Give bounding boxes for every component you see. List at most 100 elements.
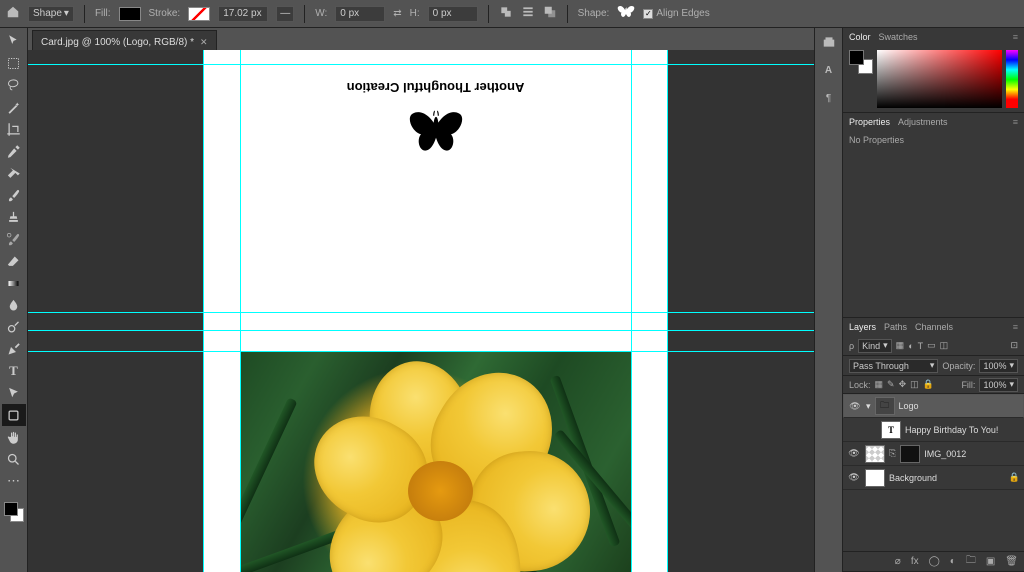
- layer-row[interactable]: 👁 ▾ 🗀 Logo: [843, 394, 1024, 418]
- text-tool[interactable]: T: [2, 360, 26, 382]
- layer-row[interactable]: 👁 ⎘ IMG_0012: [843, 442, 1024, 466]
- layer-row[interactable]: 👁 Background 🔒: [843, 466, 1024, 490]
- stroke-width-input[interactable]: 17.02 px: [218, 6, 268, 22]
- color-fgbg[interactable]: [849, 50, 873, 74]
- link-layers-icon[interactable]: ⌀: [895, 556, 901, 567]
- gradient-tool[interactable]: [2, 272, 26, 294]
- canvas[interactable]: Another Thoughtful Creation: [28, 50, 814, 572]
- tab-paths[interactable]: Paths: [884, 322, 907, 332]
- lock-trans-icon[interactable]: ▦: [875, 379, 884, 390]
- fill-label: Fill:: [95, 8, 111, 19]
- pen-tool[interactable]: [2, 338, 26, 360]
- opacity-input[interactable]: 100%▾: [979, 359, 1018, 373]
- tab-color[interactable]: Color: [849, 32, 871, 42]
- link-wh-icon[interactable]: ⇄: [393, 8, 401, 19]
- align-edges-checkbox[interactable]: ✓ Align Edges: [643, 8, 709, 19]
- history-panel-icon[interactable]: [819, 32, 839, 52]
- properties-panel-menu-icon[interactable]: ≡: [1013, 117, 1018, 127]
- color-panel: Color Swatches ≡: [843, 28, 1024, 113]
- heal-tool[interactable]: [2, 162, 26, 184]
- color-hue-column[interactable]: [1006, 50, 1018, 108]
- delete-layer-icon[interactable]: 🗑: [1005, 556, 1018, 567]
- mask-icon[interactable]: ◯: [929, 556, 940, 567]
- fill-opacity-input[interactable]: 100%▾: [979, 378, 1018, 392]
- move-tool[interactable]: [2, 30, 26, 52]
- eraser-tool[interactable]: [2, 250, 26, 272]
- tool-mode-select[interactable]: Shape ▾: [28, 6, 74, 22]
- crop-tool[interactable]: [2, 118, 26, 140]
- layers-panel: Layers Paths Channels ≡ ρ Kind▾ ▦ ◐ T ▭ …: [843, 318, 1024, 572]
- layer-row[interactable]: T Happy Birthday To You!: [843, 418, 1024, 442]
- shape-label: Shape:: [578, 8, 610, 19]
- stroke-style-select[interactable]: —: [276, 6, 294, 22]
- lock-nest-icon[interactable]: ◫: [910, 379, 919, 390]
- home-icon[interactable]: [6, 5, 20, 22]
- text-layer-icon: T: [881, 421, 901, 439]
- filter-shape-icon[interactable]: ▭: [927, 340, 936, 351]
- stroke-swatch[interactable]: [188, 7, 210, 21]
- adjustment-icon[interactable]: ◐: [950, 556, 956, 567]
- path-combine-icon[interactable]: [499, 5, 513, 22]
- mask-thumb: [865, 445, 885, 463]
- toolbox: T ⋯: [0, 28, 28, 572]
- edit-toolbar[interactable]: ⋯: [2, 470, 26, 492]
- zoom-tool[interactable]: [2, 448, 26, 470]
- right-panels: Color Swatches ≡ Properties Adjustments …: [842, 28, 1024, 572]
- color-spectrum[interactable]: [877, 50, 1002, 108]
- document-tab[interactable]: Card.jpg @ 100% (Logo, RGB/8) * ✕: [32, 30, 217, 50]
- width-input[interactable]: 0 px: [335, 6, 385, 22]
- shape-butterfly-icon[interactable]: [617, 5, 635, 23]
- filter-text-icon[interactable]: T: [918, 341, 924, 351]
- lock-all-icon[interactable]: 🔒: [923, 379, 934, 390]
- tab-layers[interactable]: Layers: [849, 322, 876, 332]
- no-properties-label: No Properties: [849, 135, 904, 145]
- filter-adj-icon[interactable]: ◐: [908, 341, 913, 351]
- height-input[interactable]: 0 px: [428, 6, 478, 22]
- dodge-tool[interactable]: [2, 316, 26, 338]
- color-panel-tabs: Color Swatches ≡: [843, 28, 1024, 46]
- filter-img-icon[interactable]: ▦: [896, 340, 905, 351]
- new-layer-icon[interactable]: ▣: [986, 556, 995, 567]
- history-brush-tool[interactable]: [2, 228, 26, 250]
- lock-pos-icon[interactable]: ✥: [899, 379, 907, 390]
- fill-swatch[interactable]: [119, 7, 141, 21]
- options-bar: Shape ▾ Fill: Stroke: 17.02 px — W: 0 px…: [0, 0, 1024, 28]
- tool-mode-label: Shape: [33, 8, 62, 19]
- group-icon[interactable]: 🗀: [966, 553, 976, 570]
- lock-pixel-icon[interactable]: ✎: [887, 379, 895, 390]
- blur-tool[interactable]: [2, 294, 26, 316]
- filter-kind-select[interactable]: Kind▾: [858, 339, 892, 353]
- layers-panel-menu-icon[interactable]: ≡: [1013, 322, 1018, 332]
- tab-swatches[interactable]: Swatches: [879, 32, 918, 42]
- tab-properties[interactable]: Properties: [849, 117, 890, 127]
- marquee-tool[interactable]: [2, 52, 26, 74]
- paragraph-panel-icon[interactable]: ¶: [819, 88, 839, 108]
- character-panel-icon[interactable]: A: [819, 60, 839, 80]
- butterfly-icon: [406, 110, 466, 165]
- tab-channels[interactable]: Channels: [915, 322, 953, 332]
- filter-toggle[interactable]: ⊡: [1010, 340, 1018, 351]
- filter-smart-icon[interactable]: ◫: [940, 340, 949, 351]
- fx-icon[interactable]: fx: [911, 556, 919, 567]
- visibility-icon[interactable]: 👁: [847, 448, 861, 459]
- foreground-background-colors[interactable]: [2, 500, 26, 524]
- eyedropper-tool[interactable]: [2, 140, 26, 162]
- shape-tool[interactable]: [2, 404, 26, 426]
- lasso-tool[interactable]: [2, 74, 26, 96]
- visibility-icon[interactable]: 👁: [847, 472, 861, 483]
- tab-adjustments[interactable]: Adjustments: [898, 117, 948, 127]
- path-select-tool[interactable]: [2, 382, 26, 404]
- stamp-tool[interactable]: [2, 206, 26, 228]
- path-align-icon[interactable]: [521, 5, 535, 22]
- w-label: W:: [315, 8, 327, 19]
- brush-tool[interactable]: [2, 184, 26, 206]
- artboard: Another Thoughtful Creation: [203, 50, 668, 572]
- wand-tool[interactable]: [2, 96, 26, 118]
- path-arrange-icon[interactable]: [543, 5, 557, 22]
- visibility-icon[interactable]: 👁: [848, 401, 862, 412]
- blend-mode-select[interactable]: Pass Through▾: [849, 359, 938, 373]
- hand-tool[interactable]: [2, 426, 26, 448]
- color-panel-menu-icon[interactable]: ≡: [1013, 32, 1018, 42]
- properties-panel-tabs: Properties Adjustments ≡: [843, 113, 1024, 131]
- close-tab-icon[interactable]: ✕: [200, 37, 208, 48]
